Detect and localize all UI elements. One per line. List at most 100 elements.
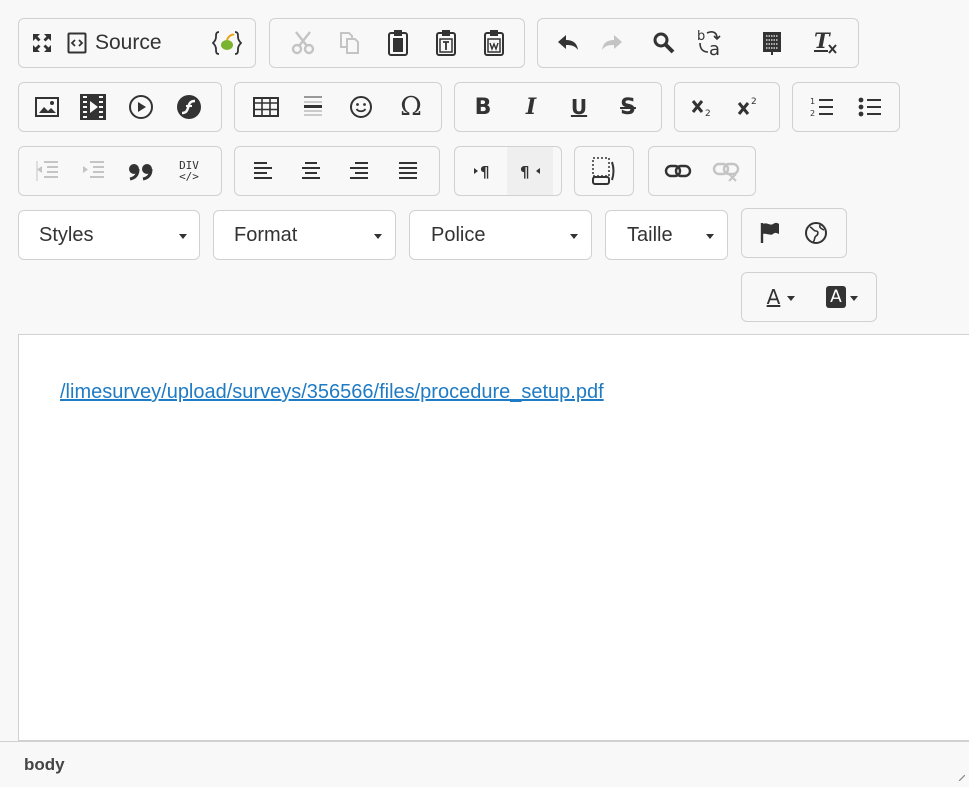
font-dropdown-label: Police — [431, 224, 486, 246]
underline-button[interactable]: U — [557, 83, 601, 131]
toolbar-group-editing: ba T — [537, 18, 859, 68]
element-path-body[interactable]: body — [24, 755, 65, 775]
rich-text-editor: Source b a T Ω B I U S 2 2 1 2 DIV </> ¶… — [0, 0, 969, 787]
italic-button[interactable]: I — [509, 83, 553, 131]
show-blocks-button[interactable] — [581, 147, 627, 195]
div-button[interactable]: DIV </> — [167, 147, 211, 195]
editor-content-area[interactable]: /limesurvey/upload/surveys/356566/files/… — [18, 334, 969, 741]
replace-button[interactable]: ba — [688, 19, 734, 67]
redo-button[interactable] — [590, 19, 634, 67]
link-button[interactable] — [655, 147, 701, 195]
svg-text:T: T — [814, 29, 831, 53]
smiley-button[interactable] — [339, 83, 383, 131]
background-color-icon: A — [826, 286, 846, 308]
remove-format-icon: T — [814, 29, 837, 54]
svg-text:¶: ¶ — [520, 163, 530, 181]
align-right-button[interactable] — [337, 147, 381, 195]
align-center-button[interactable] — [289, 147, 333, 195]
toolbar-group-clipboard — [269, 18, 525, 68]
editor-status-bar: body — [0, 741, 969, 787]
file-link[interactable]: /limesurvey/upload/surveys/356566/files/… — [60, 381, 604, 404]
svg-text:b: b — [697, 29, 705, 44]
video-button[interactable] — [71, 83, 115, 131]
toolbar-group-insert: Ω — [234, 82, 442, 132]
bold-button[interactable]: B — [461, 83, 505, 131]
svg-text:2: 2 — [810, 109, 815, 118]
maximize-button[interactable] — [25, 19, 59, 67]
copy-button[interactable] — [328, 19, 372, 67]
paste-word-button[interactable] — [472, 19, 516, 67]
italic-icon: I — [525, 94, 537, 120]
indent-icon — [83, 161, 104, 178]
horizontal-rule-icon — [304, 96, 322, 116]
media-play-icon — [129, 95, 153, 119]
chevron-down-icon — [570, 234, 578, 239]
cut-button[interactable] — [280, 19, 326, 67]
redo-icon — [602, 35, 622, 50]
background-color-arrow-icon — [849, 296, 858, 301]
cut-icon — [291, 31, 315, 55]
toolbar-group-anchor-language — [741, 208, 847, 258]
rtl-button[interactable]: ¶ — [507, 147, 553, 195]
subscript-button[interactable]: 2 — [681, 83, 725, 131]
bulleted-list-button[interactable] — [847, 83, 893, 131]
indent-button[interactable] — [71, 147, 115, 195]
font-dropdown[interactable]: Police — [409, 210, 592, 260]
source-button[interactable]: Source — [61, 19, 201, 67]
numbered-list-icon: 12 — [810, 97, 833, 118]
find-button[interactable] — [642, 19, 686, 67]
div-code-icon: </> — [179, 170, 199, 183]
toolbar-group-document: Source — [18, 18, 256, 68]
select-all-icon — [763, 32, 781, 55]
text-color-arrow-icon — [787, 296, 796, 301]
justify-button[interactable] — [385, 147, 431, 195]
link-icon — [664, 164, 692, 178]
media-play-button[interactable] — [119, 83, 163, 131]
maximize-icon — [33, 34, 51, 52]
language-button[interactable] — [794, 209, 838, 257]
source-icon — [67, 32, 87, 54]
text-color-button[interactable]: A — [750, 273, 812, 321]
toolbar-group-blocks: DIV </> — [18, 146, 222, 196]
bold-icon: B — [474, 94, 492, 120]
subscript-icon: 2 — [691, 100, 711, 119]
numbered-list-button[interactable]: 12 — [799, 83, 845, 131]
align-left-button[interactable] — [241, 147, 285, 195]
special-char-button[interactable]: Ω — [387, 83, 435, 131]
strike-button[interactable]: S — [605, 83, 651, 131]
code-snippet-button[interactable] — [205, 19, 249, 67]
resize-handle-icon[interactable] — [959, 775, 965, 781]
styles-dropdown[interactable]: Styles — [18, 210, 200, 260]
undo-button[interactable] — [546, 19, 590, 67]
replace-icon: ba — [697, 29, 721, 59]
table-button[interactable] — [243, 83, 289, 131]
toolbar-group-insert-media — [18, 82, 222, 132]
remove-format-button[interactable]: T — [802, 19, 848, 67]
select-all-button[interactable] — [750, 19, 794, 67]
flash-button[interactable] — [167, 83, 211, 131]
format-dropdown-label: Format — [234, 224, 298, 246]
size-dropdown[interactable]: Taille — [605, 210, 728, 260]
toolbar-group-colors: A A — [741, 272, 877, 322]
format-dropdown[interactable]: Format — [213, 210, 396, 260]
blockquote-button[interactable] — [119, 147, 163, 195]
horizontal-rule-button[interactable] — [291, 83, 335, 131]
toolbar-group-list: 12 — [792, 82, 900, 132]
toolbar-group-tools — [574, 146, 634, 196]
outdent-button[interactable] — [25, 147, 69, 195]
anchor-button[interactable] — [748, 209, 792, 257]
align-left-icon — [254, 162, 272, 179]
background-color-button[interactable]: A — [812, 273, 872, 321]
toolbar-group-script: 2 2 — [674, 82, 780, 132]
table-icon — [253, 97, 279, 117]
paste-text-button[interactable] — [424, 19, 468, 67]
paste-button[interactable] — [376, 19, 420, 67]
find-icon — [653, 32, 675, 54]
unlink-button[interactable] — [703, 147, 749, 195]
ltr-button[interactable]: ¶ — [461, 147, 507, 195]
toolbar-group-links — [648, 146, 756, 196]
image-button[interactable] — [25, 83, 69, 131]
superscript-button[interactable]: 2 — [727, 83, 771, 131]
svg-text:a: a — [709, 39, 720, 59]
chevron-down-icon — [374, 234, 382, 239]
